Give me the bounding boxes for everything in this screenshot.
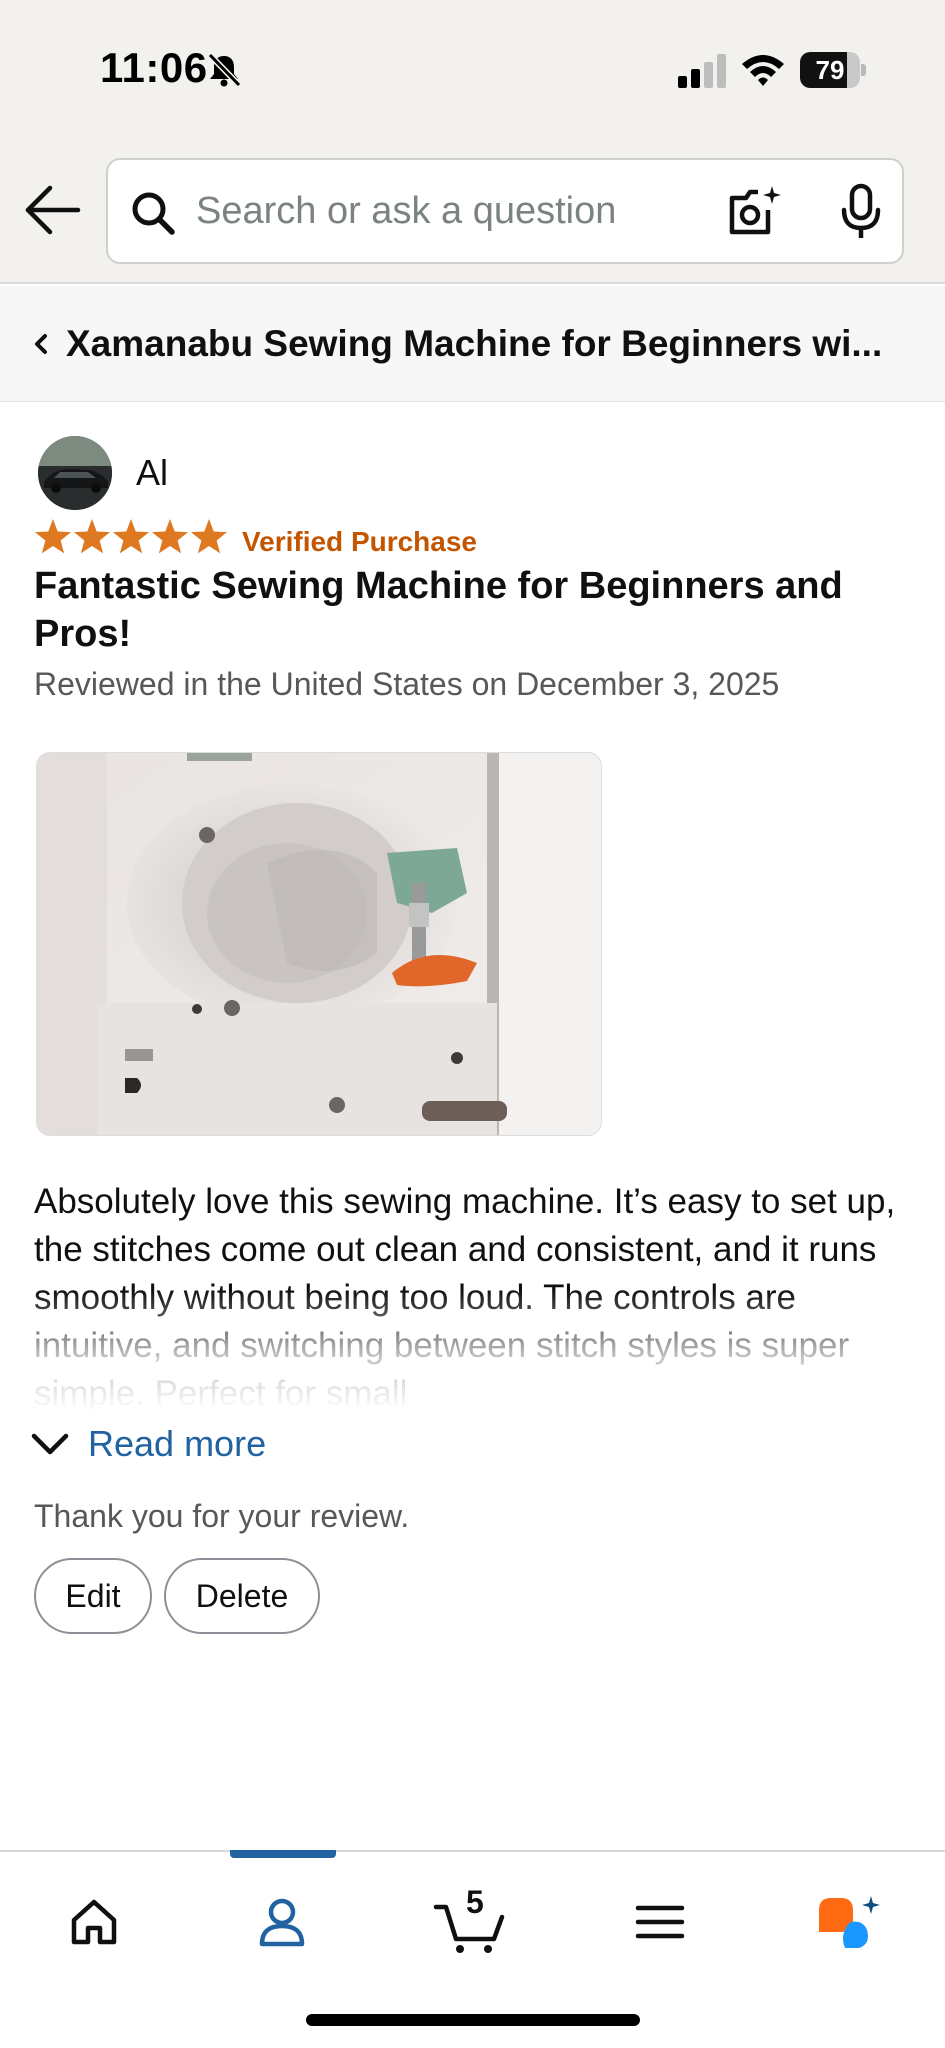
review-text-fade (34, 1290, 914, 1412)
nav-menu[interactable] (610, 1882, 710, 1962)
cart-count: 5 (466, 1884, 484, 1920)
read-more-label[interactable]: Read more (88, 1423, 266, 1465)
nav-cart[interactable]: 5 (420, 1882, 520, 1962)
back-arrow-icon[interactable] (22, 180, 82, 240)
verified-purchase-badge: Verified Purchase (242, 526, 478, 557)
star-icon (73, 519, 111, 554)
delete-review-button[interactable]: Delete (164, 1558, 320, 1634)
rufus-icon (819, 1896, 880, 1948)
signal-icon (678, 54, 726, 88)
car-photo-icon (38, 436, 112, 510)
star-rating (34, 519, 228, 554)
home-indicator (306, 2014, 640, 2026)
nav-you[interactable] (232, 1882, 332, 1962)
star-icon (190, 519, 228, 554)
active-tab-indicator (230, 1850, 336, 1858)
read-more-button[interactable]: Read more (30, 1420, 266, 1468)
menu-icon (635, 1905, 685, 1939)
home-icon (71, 1899, 117, 1945)
reviewer-avatar (38, 436, 112, 510)
nav-rufus[interactable] (800, 1882, 900, 1962)
search-icon (132, 192, 175, 235)
you-icon (259, 1898, 305, 1947)
nav-home[interactable] (44, 1882, 144, 1962)
search-header (0, 140, 945, 284)
search-bar[interactable] (106, 158, 904, 264)
bell-off-icon (207, 52, 242, 88)
wifi-icon (742, 55, 784, 86)
status-bar: 11:06 79 (0, 0, 945, 140)
search-input[interactable] (196, 160, 676, 262)
review-date: Reviewed in the United States on Decembe… (34, 666, 780, 702)
edit-review-button[interactable]: Edit (34, 1558, 152, 1634)
thank-you-message: Thank you for your review. (34, 1498, 410, 1534)
sewing-machine-photo (37, 753, 601, 1135)
product-title[interactable]: Xamanabu Sewing Machine for Beginners wi… (66, 286, 926, 402)
reviewer-name: Al (136, 452, 169, 493)
camera-lens-icon[interactable] (728, 184, 784, 240)
review-photo[interactable] (36, 752, 602, 1136)
chevron-left-icon (35, 334, 47, 354)
battery-percent: 79 (815, 55, 845, 85)
bottom-navigation: 5 (0, 1850, 945, 2048)
review-title: Fantastic Sewing Machine for Beginners a… (34, 565, 843, 655)
product-link-bar[interactable]: Xamanabu Sewing Machine for Beginners wi… (0, 286, 945, 402)
chevron-down-icon (31, 1433, 69, 1455)
status-time: 11:06 (100, 44, 208, 91)
star-icon (112, 519, 150, 554)
star-icon (151, 519, 189, 554)
battery-indicator: 79 (800, 52, 866, 88)
microphone-icon[interactable] (838, 182, 884, 242)
star-icon (34, 519, 72, 554)
